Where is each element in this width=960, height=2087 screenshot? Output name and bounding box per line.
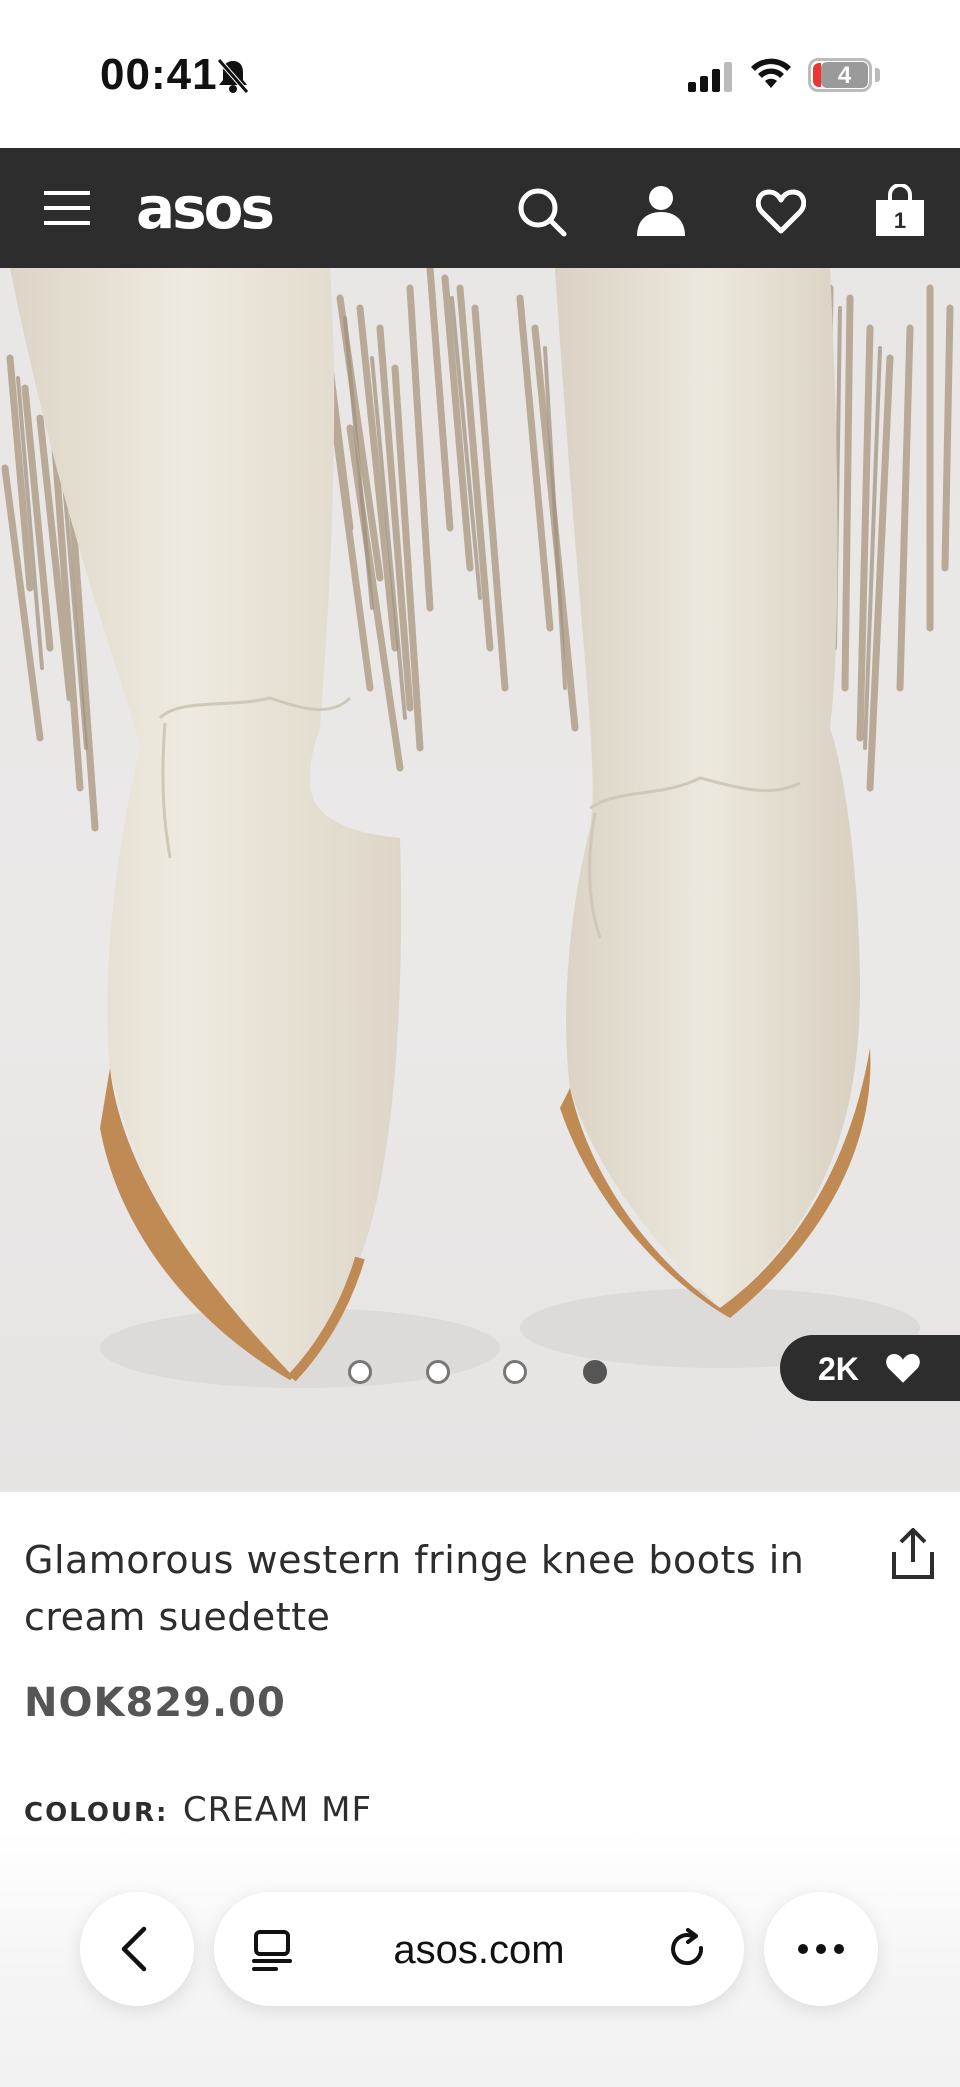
bell-slash-icon xyxy=(217,58,249,94)
reload-icon[interactable] xyxy=(668,1928,708,1970)
battery-level: 4 xyxy=(821,62,868,89)
product-image-gallery[interactable]: 2K xyxy=(0,268,960,1492)
product-title: Glamorous western fringe knee boots in c… xyxy=(24,1538,805,1639)
more-options-button[interactable] xyxy=(764,1892,878,2006)
bag-count: 1 xyxy=(894,208,906,233)
top-nav-bar: asos 1 xyxy=(0,148,960,268)
carousel-dot-4-active[interactable] xyxy=(583,1360,607,1384)
heart-filled-icon xyxy=(886,1353,920,1383)
colour-value: CREAM MF xyxy=(182,1790,373,1830)
back-chevron-icon xyxy=(121,1926,147,1972)
battery-low-fill xyxy=(813,63,821,87)
url-text[interactable]: asos.com xyxy=(214,1928,744,1973)
saves-badge[interactable]: 2K xyxy=(780,1335,960,1401)
address-bar[interactable]: asos.com xyxy=(214,1892,744,2006)
carousel-dot-2[interactable] xyxy=(426,1360,450,1384)
wishlist-heart-icon[interactable] xyxy=(756,188,806,234)
product-price: NOK829.00 xyxy=(24,1680,286,1726)
product-image xyxy=(1,268,954,1388)
carousel-dot-3[interactable] xyxy=(503,1360,527,1384)
colour-label: COLOUR: xyxy=(24,1798,169,1828)
carousel-dot-1[interactable] xyxy=(348,1360,372,1384)
battery-icon: 4 xyxy=(808,58,872,92)
wifi-icon xyxy=(751,58,791,88)
bag-icon[interactable]: 1 xyxy=(876,184,924,236)
colour-row: COLOUR: CREAM MF xyxy=(24,1790,372,1830)
battery-nub xyxy=(875,68,880,82)
menu-icon[interactable] xyxy=(44,190,90,226)
asos-logo[interactable]: asos xyxy=(136,179,275,237)
status-time: 00:41 xyxy=(100,50,218,99)
share-icon[interactable] xyxy=(890,1528,936,1580)
signal-icon xyxy=(688,62,732,92)
back-button[interactable] xyxy=(80,1892,194,2006)
status-bar: 00:41 4 xyxy=(0,0,960,148)
more-icon xyxy=(798,1944,844,1954)
search-icon[interactable] xyxy=(516,186,568,238)
account-icon[interactable] xyxy=(636,184,686,236)
saves-count: 2K xyxy=(818,1351,859,1387)
